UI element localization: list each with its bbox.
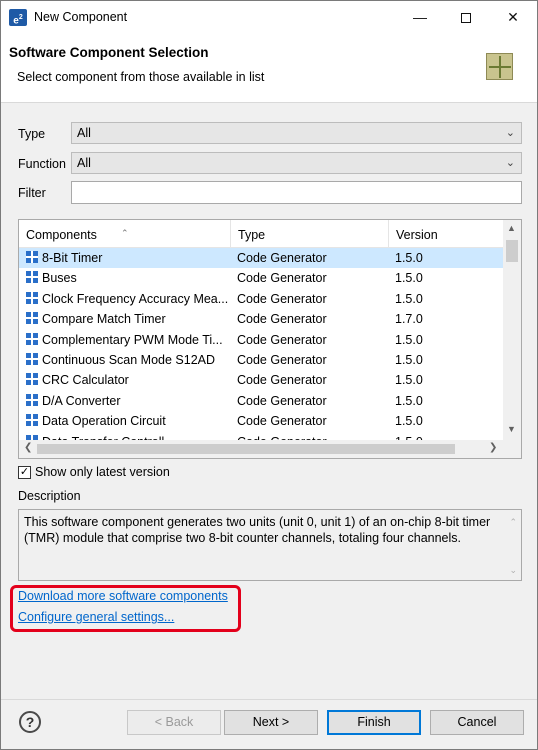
table-body: 8-Bit Timer Code Generator 1.5.0 Buses Code … (19, 248, 503, 452)
component-icon (26, 332, 38, 345)
component-name-cell: Data Operation Circuit (26, 411, 231, 431)
component-type-cell: Code Generator (237, 291, 327, 306)
components-table: ⌃ Components Type Version 8-Bit Timer Cod… (18, 219, 522, 459)
component-type-cell: Code Generator (237, 312, 327, 327)
description-label: Description (18, 489, 81, 503)
scroll-thumb[interactable] (37, 444, 455, 454)
component-version-cell: 1.5.0 (395, 393, 423, 408)
component-version-cell: 1.7.0 (395, 312, 423, 327)
page-subtitle: Select component from those available in… (17, 70, 265, 84)
component-type-cell: Code Generator (237, 373, 327, 388)
component-name-cell: Continuous Scan Mode S12AD (26, 350, 231, 370)
table-row[interactable]: Data Operation Circuit Code Generator 1.5.… (19, 411, 503, 431)
component-wizard-icon (486, 53, 513, 80)
scroll-down-icon[interactable]: ▼ (507, 424, 516, 434)
column-header-version[interactable]: Version (389, 220, 503, 248)
scrollbar-corner (503, 440, 521, 458)
page-title: Software Component Selection (9, 45, 209, 60)
column-header-type[interactable]: Type (231, 220, 389, 248)
next-button[interactable]: Next > (224, 710, 318, 735)
window-title: New Component (34, 10, 128, 24)
scroll-up-icon[interactable]: ⌃ (509, 514, 517, 530)
function-combo-value: All (77, 156, 91, 170)
component-type-cell: Code Generator (237, 271, 327, 286)
component-version-cell: 1.5.0 (395, 373, 423, 388)
component-icon (26, 291, 38, 304)
component-type-cell: Code Generator (237, 393, 327, 408)
sort-ascending-icon: ⌃ (121, 228, 129, 238)
filter-label: Filter (18, 186, 46, 200)
new-component-dialog: e2 New Component — ✕ Software Component … (0, 0, 538, 750)
filter-input[interactable] (71, 181, 522, 204)
finish-button[interactable]: Finish (327, 710, 421, 735)
function-label: Function (18, 157, 66, 171)
maximize-icon (461, 13, 471, 24)
table-row[interactable]: Compare Match Timer Code Generator 1.7.0 (19, 309, 503, 329)
component-type-cell: Code Generator (237, 332, 327, 347)
component-type-cell: Code Generator (237, 251, 327, 265)
chevron-down-icon: ⌄ (505, 127, 515, 139)
minimize-button[interactable]: — (397, 1, 443, 33)
component-name-cell: Compare Match Timer (26, 309, 231, 329)
checkmark-icon: ✓ (19, 466, 30, 478)
chevron-down-icon: ⌄ (505, 157, 515, 169)
table-row[interactable]: D/A Converter Code Generator 1.5.0 (19, 391, 503, 411)
component-icon (26, 352, 38, 365)
component-name-cell: Clock Frequency Accuracy Mea... (26, 289, 231, 309)
scroll-right-icon[interactable]: ❯ (489, 442, 497, 453)
title-bar: e2 New Component — ✕ (1, 1, 537, 33)
table-header: ⌃ Components Type Version (19, 220, 503, 248)
table-row[interactable]: Continuous Scan Mode S12AD Code Generator… (19, 350, 503, 370)
component-icon (26, 312, 38, 325)
e2-studio-app-icon: e2 (9, 9, 27, 26)
component-version-cell: 1.5.0 (395, 414, 423, 429)
component-version-cell: 1.5.0 (395, 271, 423, 286)
table-row[interactable]: Clock Frequency Accuracy Mea... Code Gene… (19, 289, 503, 309)
horizontal-scrollbar[interactable]: ❮ ❯ (19, 440, 503, 458)
scroll-left-icon[interactable]: ❮ (24, 442, 32, 453)
download-components-link[interactable]: Download more software components (18, 589, 228, 603)
component-name-cell: Buses (26, 268, 231, 288)
component-type-cell: Code Generator (237, 352, 327, 367)
maximize-button[interactable] (443, 1, 489, 33)
scroll-up-icon[interactable]: ▲ (507, 223, 516, 233)
table-row[interactable]: 8-Bit Timer Code Generator 1.5.0 (19, 248, 503, 269)
component-version-cell: 1.5.0 (395, 332, 423, 347)
component-name-cell: Complementary PWM Mode Ti... (26, 330, 231, 350)
table-row[interactable]: CRC Calculator Code Generator 1.5.0 (19, 370, 503, 390)
table-row[interactable]: Complementary PWM Mode Ti... Code Generat… (19, 330, 503, 350)
scroll-thumb[interactable] (506, 240, 518, 262)
component-icon (26, 251, 38, 263)
table-row[interactable]: Buses Code Generator 1.5.0 (19, 268, 503, 288)
show-latest-checkbox[interactable]: ✓ (18, 466, 31, 479)
function-combo[interactable]: All ⌄ (71, 152, 522, 174)
component-icon (26, 373, 38, 386)
help-icon[interactable]: ? (19, 711, 41, 733)
component-icon (26, 271, 38, 284)
vertical-scrollbar[interactable]: ▲ ▼ (503, 220, 521, 440)
scroll-down-icon[interactable]: ⌄ (509, 562, 517, 578)
type-label: Type (18, 127, 46, 141)
component-icon (26, 414, 38, 427)
type-combo[interactable]: All ⌄ (71, 122, 522, 144)
type-combo-value: All (77, 126, 91, 140)
wizard-header: Software Component Selection Select comp… (1, 33, 537, 103)
component-version-cell: 1.5.0 (395, 352, 423, 367)
back-button[interactable]: < Back (127, 710, 221, 735)
cancel-button[interactable]: Cancel (430, 710, 524, 735)
component-name-cell: CRC Calculator (26, 370, 231, 390)
component-version-cell: 1.5.0 (395, 251, 423, 265)
configure-settings-link[interactable]: Configure general settings... (18, 610, 174, 624)
close-button[interactable]: ✕ (490, 1, 536, 33)
component-name-cell: 8-Bit Timer (26, 248, 231, 268)
component-icon (26, 393, 38, 406)
component-version-cell: 1.5.0 (395, 291, 423, 306)
component-type-cell: Code Generator (237, 414, 327, 429)
column-header-components[interactable]: ⌃ Components (19, 220, 231, 248)
show-latest-label[interactable]: Show only latest version (35, 465, 170, 479)
divider (1, 699, 537, 700)
description-text: This software component generates two un… (18, 509, 522, 581)
component-name-cell: D/A Converter (26, 391, 231, 411)
